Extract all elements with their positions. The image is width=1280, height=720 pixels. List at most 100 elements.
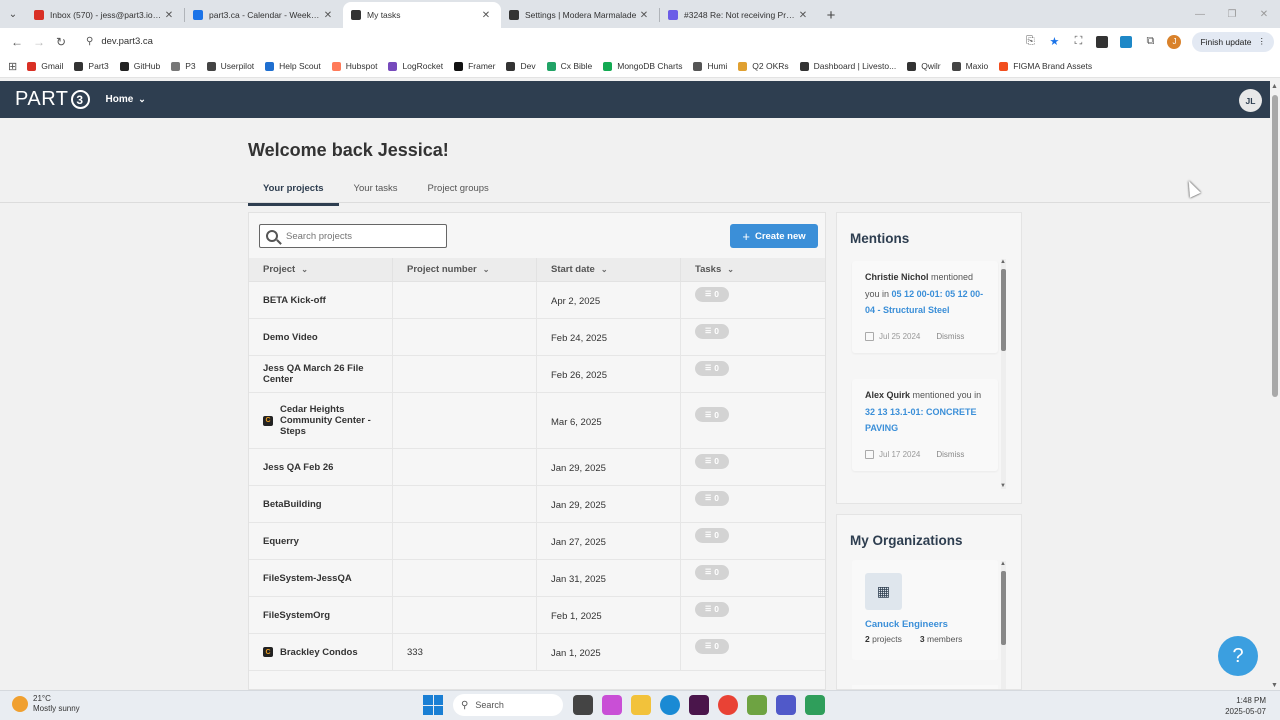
task-count-badge[interactable]: ☰ 0 [695,453,729,469]
task-count-badge[interactable]: ☰ 0 [695,490,729,506]
table-row[interactable]: FileSystemOrg Feb 1, 2025 ☰ 0 [249,597,825,634]
dismiss-button[interactable]: Dismiss [936,447,964,464]
teams-icon[interactable] [776,695,796,715]
site-info-icon[interactable]: ⚲ [86,36,93,47]
project-name-cell[interactable]: Jess QA Feb 26 [249,449,393,485]
close-tab-icon[interactable]: ✕ [162,10,176,21]
bookmark-item[interactable]: FIGMA Brand Assets [999,61,1092,71]
tab-your-tasks[interactable]: Your tasks [339,176,413,206]
orgs-scroll-thumb[interactable] [1001,571,1006,645]
profile-avatar[interactable]: J [1162,31,1186,53]
task-count-badge[interactable]: ☰ 0 [695,360,729,376]
dismiss-button[interactable]: Dismiss [936,329,964,346]
copilot-icon[interactable] [602,695,622,715]
user-avatar[interactable]: JL [1239,89,1262,112]
install-app-icon[interactable]: ⎘ [1018,31,1042,53]
close-tab-icon[interactable]: ✕ [479,10,493,21]
bookmark-item[interactable]: Cx Bible [546,61,592,71]
search-projects-field[interactable] [259,224,447,248]
project-name-cell[interactable]: Jess QA March 26 File Center [249,356,393,392]
table-row[interactable]: C Cedar Heights Community Center - Steps M… [249,393,825,449]
create-new-button[interactable]: + Create new [730,224,818,248]
project-name-cell[interactable]: FileSystem-JessQA [249,560,393,596]
app-icon[interactable] [805,695,825,715]
weather-widget[interactable]: 21°C Mostly sunny [12,694,80,714]
project-name-cell[interactable]: BetaBuilding [249,486,393,522]
bookmark-item[interactable]: Q2 OKRs [738,61,789,71]
restore-icon[interactable]: ❐ [1216,0,1248,28]
column-header-tasks[interactable]: Tasks ⌄ [681,258,825,281]
help-button[interactable]: ? [1218,636,1258,676]
back-arrow-icon[interactable]: ← [6,31,28,53]
table-row[interactable]: Equerry Jan 27, 2025 ☰ 0 [249,523,825,560]
project-name-cell[interactable]: FileSystemOrg [249,597,393,633]
bookmark-item[interactable]: LogRocket [388,61,443,71]
address-bar[interactable]: ⚲ dev.part3.ca [78,30,1008,53]
browser-tab[interactable]: Inbox (570) - jess@part3.io - pa ✕ [26,2,184,28]
mentions-scrollbar[interactable]: ▲ ▼ [1000,259,1006,489]
bookmark-item[interactable]: Framer [454,61,495,71]
chrome-icon[interactable] [718,695,738,715]
table-row[interactable]: C Brackley Condos 333 Jan 1, 2025 ☰ 0 [249,634,825,671]
organization-card[interactable]: ▦ Canuck Engineers 2 projects 3 members [852,560,998,660]
finish-update-button[interactable]: Finish update ⋮ [1192,31,1274,52]
table-row[interactable]: Demo Video Feb 24, 2025 ☰ 0 [249,319,825,356]
table-row[interactable]: Jess QA Feb 26 Jan 29, 2025 ☰ 0 [249,449,825,486]
table-row[interactable]: Jess QA March 26 File Center Feb 26, 2025… [249,356,825,393]
forward-arrow-icon[interactable]: → [28,31,50,53]
bookmark-item[interactable]: Humi [693,61,727,71]
scrollbar-thumb[interactable] [1272,95,1278,397]
extensions-puzzle-icon[interactable]: ⧉ [1138,31,1162,53]
column-header-project[interactable]: Project ⌄ [249,258,393,281]
table-row[interactable]: FileSystem-JessQA Jan 31, 2025 ☰ 0 [249,560,825,597]
orgs-scrollbar[interactable]: ▲ [1000,561,1006,689]
task-count-badge[interactable]: ☰ 0 [695,601,729,617]
mentions-scroll-thumb[interactable] [1001,269,1006,351]
task-count-badge[interactable]: ☰ 0 [695,323,729,339]
mention-link[interactable]: 32 13 13.1-01: CONCRETE PAVING [865,407,977,434]
close-tab-icon[interactable]: ✕ [321,10,335,21]
home-nav-dropdown[interactable]: Home ⌄ [106,94,146,105]
taskbar-search[interactable]: ⚲ Search [453,694,563,716]
browser-tab[interactable]: Settings | Modera Marmalade ✕ [501,2,659,28]
scroll-up-icon[interactable]: ▲ [1271,83,1278,90]
table-row[interactable]: BETA Kick-off Apr 2, 2025 ☰ 0 [249,282,825,319]
extension-icon-2[interactable] [1114,31,1138,53]
kebab-menu-icon[interactable]: ⋮ [1258,36,1267,47]
close-tab-icon[interactable]: ✕ [796,10,810,21]
project-name-cell[interactable]: Equerry [249,523,393,559]
bookmark-item[interactable]: Dashboard | Livesto... [799,61,896,71]
scroll-down-icon[interactable]: ▼ [1271,682,1278,689]
edge-icon[interactable] [660,695,680,715]
windows-start-icon[interactable] [423,695,443,715]
task-count-badge[interactable]: ☰ 0 [695,564,729,580]
table-row[interactable]: BetaBuilding Jan 29, 2025 ☰ 0 [249,486,825,523]
bookmark-item[interactable]: P3 [171,61,196,71]
bookmark-item[interactable]: Part3 [74,61,109,71]
task-view-icon[interactable] [573,695,593,715]
close-window-icon[interactable]: ✕ [1248,0,1280,28]
tab-your-projects[interactable]: Your projects [248,176,339,206]
close-tab-icon[interactable]: ✕ [637,10,651,21]
tab-search-chevron-icon[interactable]: ⌄ [0,0,26,28]
task-count-badge[interactable]: ☰ 0 [695,407,729,422]
browser-tab[interactable]: My tasks ✕ [343,2,501,28]
bookmark-star-icon[interactable]: ★ [1042,31,1066,53]
browser-tab[interactable]: part3.ca - Calendar - Week of M ✕ [185,2,343,28]
bookmark-item[interactable]: MongoDB Charts [603,61,682,71]
task-count-badge[interactable]: ☰ 0 [695,286,729,302]
bookmark-item[interactable]: Dev [506,61,536,71]
apps-grid-icon[interactable]: ⊞ [8,60,17,73]
project-name-cell[interactable]: Demo Video [249,319,393,355]
project-name-cell[interactable]: C Cedar Heights Community Center - Steps [249,393,393,448]
project-name-cell[interactable]: BETA Kick-off [249,282,393,318]
bookmark-item[interactable]: Userpilot [206,61,254,71]
organization-name[interactable]: Canuck Engineers [865,619,985,630]
tab-project-groups[interactable]: Project groups [413,176,504,206]
page-scrollbar[interactable]: ▲ ▼ [1270,81,1280,690]
scroll-down-icon[interactable]: ▼ [1000,483,1006,489]
column-header-start-date[interactable]: Start date ⌄ [537,258,681,281]
bookmark-item[interactable]: Help Scout [265,61,321,71]
bookmark-item[interactable]: GitHub [119,61,160,71]
bookmark-item[interactable]: Gmail [27,61,63,71]
